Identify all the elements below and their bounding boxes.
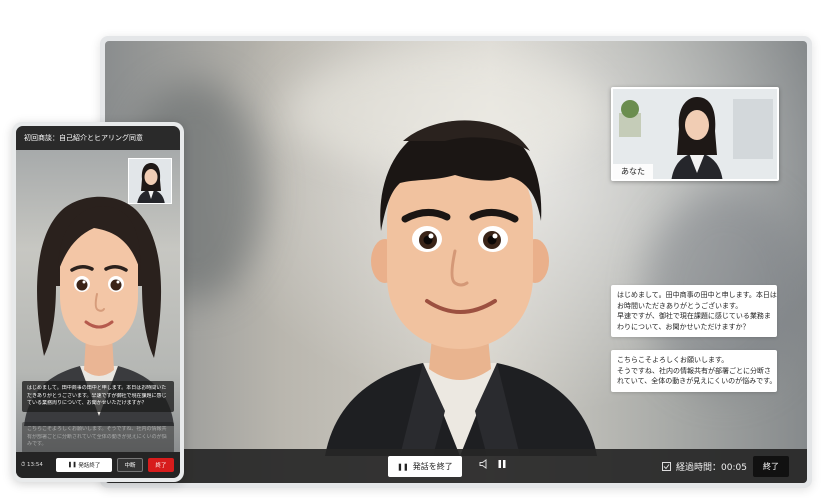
chat-bubble-user: こちらこそよろしくお願いします。 そうですね、社内の情報共有が部署ごとに分断さ … xyxy=(611,350,777,392)
bubble-line: はじめまして。田中商事の田中と申します。本日は xyxy=(617,291,777,299)
stop-speaking-label: 発話を終了 xyxy=(412,462,453,471)
end-call-button[interactable]: 終了 xyxy=(753,456,789,477)
phone-screen: 初回商談：自己紹介とヒアリング同意 はじめまして。田中商事の田中と申します。本日… xyxy=(16,126,180,478)
pip-label: あなた xyxy=(613,164,653,179)
checkbox-icon xyxy=(662,462,671,471)
playback-controls xyxy=(479,459,507,469)
transcript-line: はじめまして。田中商事の田中と申します。本日はお時間いた xyxy=(27,385,167,391)
phone-transcript-user: こちらこそよろしくお願いします。そうですね、社内の情報共 有が部署ごとに分断され… xyxy=(22,422,174,453)
chat-bubble-ai: はじめまして。田中商事の田中と申します。本日は お時間いただきありがとうございま… xyxy=(611,285,777,337)
desktop-window: あなた はじめまして。田中商事の田中と申します。本日は お時間いただきありがとう… xyxy=(100,36,812,488)
self-view-pip[interactable]: あなた xyxy=(611,87,779,181)
transcript-line: 有が部署ごとに分断されていて全体の動きが見えにくいのが悩 xyxy=(27,433,167,440)
clock-icon: ⏱ xyxy=(21,461,26,468)
phone-stop-speaking-button[interactable]: ❚❚ 発話終了 xyxy=(56,458,112,472)
phone-time-text: 13:54 xyxy=(27,461,43,468)
speaker-icon[interactable] xyxy=(479,459,489,469)
bubble-line: こちらこそよろしくお願いします。 xyxy=(617,356,729,364)
phone-end-button[interactable]: 終了 xyxy=(148,458,174,472)
stop-speaking-button[interactable]: ❚❚ 発話を終了 xyxy=(388,456,462,477)
pause-icon: ❚❚ xyxy=(397,463,409,471)
pause-icon: ❚❚ xyxy=(67,462,79,468)
transcript-line: だきありがとうございます。早速ですが御社で現在課題に感じ xyxy=(27,392,167,399)
transcript-line: ている業務周りについて、お聞かせいただけますか？ xyxy=(27,400,147,406)
bubble-line: わりについて、お聞かせいただけますか？ xyxy=(617,322,750,331)
ai-avatar-male xyxy=(325,120,597,456)
bubble-line: そうですね、社内の情報共有が部署ごとに分断さ xyxy=(617,366,771,375)
phone-timer: ⏱ 13:54 xyxy=(21,462,51,469)
pause-icon[interactable] xyxy=(497,459,507,469)
elapsed-timer: 経過時間：00:05 xyxy=(662,460,747,473)
session-title: 初回商談：自己紹介とヒアリング同意 xyxy=(16,126,180,150)
bubble-line: 早速ですが、御社で現在課題に感じている業務ま xyxy=(617,312,771,320)
bubble-line: れていて、全体の動きが見えにくいのが悩みです。 xyxy=(617,377,777,385)
transcript-line: こちらこそよろしくお願いします。そうですね、社内の情報共 xyxy=(27,426,167,432)
phone-toolbar: ⏱ 13:54 ❚❚ 発話終了 中断 終了 xyxy=(16,452,180,478)
phone-stop-label: 発話終了 xyxy=(78,463,101,469)
phone-transcript-ai: はじめまして。田中商事の田中と申します。本日はお時間いた だきありがとうございま… xyxy=(22,381,174,412)
phone-pause-button[interactable]: 中断 xyxy=(117,458,143,472)
bubble-line: お時間いただきありがとうございます。 xyxy=(617,301,743,310)
elapsed-time-text: 経過時間：00:05 xyxy=(676,463,747,473)
phone-device: 初回商談：自己紹介とヒアリング同意 はじめまして。田中商事の田中と申します。本日… xyxy=(12,122,184,482)
video-call-screen: あなた はじめまして。田中商事の田中と申します。本日は お時間いただきありがとう… xyxy=(105,41,807,483)
transcript-line: みです。 xyxy=(27,441,47,447)
call-toolbar: ❚❚ 発話を終了 経過時間：00:05 終了 xyxy=(105,449,807,483)
product-mockup: あなた はじめまして。田中商事の田中と申します。本日は お時間いただきありがとう… xyxy=(0,0,822,498)
